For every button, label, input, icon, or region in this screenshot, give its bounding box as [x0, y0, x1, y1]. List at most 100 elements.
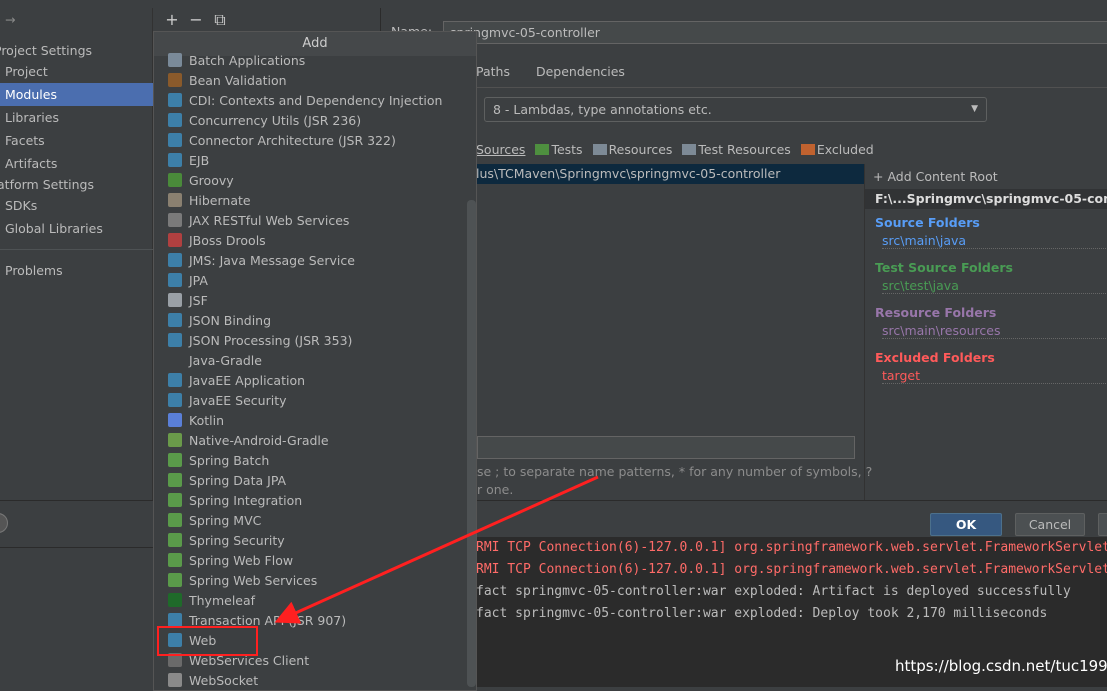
facet-item-concurrency-utils-jsr-236[interactable]: Concurrency Utils (JSR 236) — [154, 111, 466, 131]
folder-icon — [682, 144, 697, 155]
tab-underline — [381, 87, 1107, 88]
facet-item-jsf[interactable]: JSF — [154, 291, 466, 311]
sidebar-item-facets[interactable]: Facets — [5, 129, 45, 152]
source-folders-header: Source Folders — [875, 215, 980, 230]
tab-dependencies[interactable]: Dependencies — [536, 64, 625, 79]
facet-item-spring-integration[interactable]: Spring Integration — [154, 491, 466, 511]
facet-item-web[interactable]: Web — [154, 631, 466, 651]
test-folders-header: Test Source Folders — [875, 260, 1013, 275]
facet-item-javaee-security[interactable]: JavaEE Security — [154, 391, 466, 411]
facet-label: Java-Gradle — [189, 353, 262, 368]
facet-label: Concurrency Utils (JSR 236) — [189, 113, 362, 128]
facet-icon — [168, 433, 182, 447]
facet-item-spring-web-services[interactable]: Spring Web Services — [154, 571, 466, 591]
excluded-folder-item[interactable]: target — [882, 368, 1107, 384]
facet-item-kotlin[interactable]: Kotlin — [154, 411, 466, 431]
facet-item-ejb[interactable]: EJB — [154, 151, 466, 171]
sidebar-item-project[interactable]: Project — [5, 60, 48, 83]
facet-item-transaction-api-jsr-907[interactable]: Transaction API (JSR 907) — [154, 611, 466, 631]
facet-item-jms-java-message-service[interactable]: JMS: Java Message Service — [154, 251, 466, 271]
back-arrow-icon[interactable]: → — [5, 8, 15, 31]
remove-icon[interactable]: − — [184, 10, 208, 29]
facet-icon — [168, 293, 182, 307]
facet-label: Spring Web Services — [189, 573, 318, 588]
facet-item-native-android-gradle[interactable]: Native-Android-Gradle — [154, 431, 466, 451]
console-line: fact springmvc-05-controller:war explode… — [476, 606, 1048, 621]
facet-item-webservices-client[interactable]: WebServices Client — [154, 651, 466, 671]
mark-sources[interactable]: Sources — [476, 142, 528, 157]
facet-item-jpa[interactable]: JPA — [154, 271, 466, 291]
facet-label: JSON Processing (JSR 353) — [189, 333, 353, 348]
add-content-root-button[interactable]: + Add Content Root — [873, 169, 998, 184]
facet-label: Web — [189, 633, 217, 648]
facet-item-thymeleaf[interactable]: Thymeleaf — [154, 591, 466, 611]
language-level-select[interactable]: 8 - Lambdas, type annotations etc. ▼ — [484, 97, 987, 122]
facet-icon — [168, 573, 182, 587]
facet-icon — [168, 413, 182, 427]
facet-item-json-binding[interactable]: JSON Binding — [154, 311, 466, 331]
facet-icon — [168, 473, 182, 487]
facet-item-connector-architecture-jsr-322[interactable]: Connector Architecture (JSR 322) — [154, 131, 466, 151]
facet-item-cdi-contexts-and-dependency-injection[interactable]: CDI: Contexts and Dependency Injection — [154, 91, 466, 111]
console-line: fact springmvc-05-controller:war explode… — [476, 584, 1071, 599]
facet-item-java-gradle[interactable]: Java-Gradle — [154, 351, 466, 371]
language-level-value: 8 - Lambdas, type annotations etc. — [493, 102, 712, 117]
sidebar-item-sdks[interactable]: SDKs — [5, 194, 37, 217]
mark-tests[interactable]: Tests — [535, 142, 585, 157]
mark-as-bar: Sources Tests Resources Test Resources E… — [476, 142, 880, 157]
sidebar-item-global-libraries[interactable]: Global Libraries — [5, 217, 103, 240]
facet-icon — [168, 53, 182, 67]
mark-test-resources[interactable]: Test Resources — [682, 142, 793, 157]
module-name-input[interactable]: springmvc-05-controller — [443, 21, 1107, 44]
facet-item-spring-web-flow[interactable]: Spring Web Flow — [154, 551, 466, 571]
mark-excluded[interactable]: Excluded — [800, 142, 877, 157]
sidebar-header-platform-settings: Platform Settings — [0, 177, 94, 192]
source-folder-item[interactable]: src\main\java — [882, 233, 1107, 249]
facet-item-spring-security[interactable]: Spring Security — [154, 531, 466, 551]
content-root-panel: + Add Content Root F:\...Springmvc\sprin… — [864, 164, 1107, 500]
apply-button[interactable] — [1098, 513, 1107, 536]
sidebar-item-problems[interactable]: Problems — [5, 259, 63, 282]
exclude-hint-line: r one. — [477, 482, 514, 497]
facet-item-hibernate[interactable]: Hibernate — [154, 191, 466, 211]
sidebar-item-artifacts[interactable]: Artifacts — [5, 152, 57, 175]
sidebar-item-libraries[interactable]: Libraries — [5, 106, 59, 129]
facet-label: JMS: Java Message Service — [189, 253, 355, 268]
sidebar-item-modules[interactable]: Modules — [0, 83, 153, 106]
sidebar-divider — [0, 249, 153, 250]
facet-item-spring-data-jpa[interactable]: Spring Data JPA — [154, 471, 466, 491]
facet-icon — [168, 513, 182, 527]
facet-item-websocket[interactable]: WebSocket — [154, 671, 466, 690]
ok-button[interactable]: OK — [930, 513, 1002, 536]
mark-excluded-label: Excluded — [816, 142, 874, 157]
exclude-patterns-input[interactable] — [477, 436, 855, 459]
tab-paths[interactable]: Paths — [476, 64, 510, 79]
copy-icon[interactable]: ⧉ — [208, 10, 232, 30]
facet-icon — [168, 93, 182, 107]
facet-item-batch-applications[interactable]: Batch Applications — [154, 51, 466, 71]
popup-scrollbar[interactable] — [467, 200, 476, 687]
mark-resources[interactable]: Resources — [592, 142, 676, 157]
facet-item-groovy[interactable]: Groovy — [154, 171, 466, 191]
excluded-folders-header: Excluded Folders — [875, 350, 995, 365]
facet-icon — [168, 273, 182, 287]
facet-item-json-processing-jsr-353[interactable]: JSON Processing (JSR 353) — [154, 331, 466, 351]
cancel-button[interactable]: Cancel — [1015, 513, 1085, 536]
facet-icon — [168, 493, 182, 507]
facet-item-javaee-application[interactable]: JavaEE Application — [154, 371, 466, 391]
facet-icon — [168, 393, 182, 407]
module-tabs: Paths Dependencies — [476, 64, 647, 79]
resource-folder-item[interactable]: src\main\resources — [882, 323, 1107, 339]
facet-item-spring-mvc[interactable]: Spring MVC — [154, 511, 466, 531]
exclude-hint-line: se ; to separate name patterns, * for an… — [477, 464, 873, 479]
test-folder-item[interactable]: src\test\java — [882, 278, 1107, 294]
facet-label: Groovy — [189, 173, 234, 188]
facet-item-jax-restful-web-services[interactable]: JAX RESTful Web Services — [154, 211, 466, 231]
add-icon[interactable]: + — [160, 10, 184, 29]
facet-icon — [168, 113, 182, 127]
facet-icon — [168, 613, 182, 627]
facet-icon — [168, 173, 182, 187]
facet-item-jboss-drools[interactable]: JBoss Drools — [154, 231, 466, 251]
facet-item-bean-validation[interactable]: Bean Validation — [154, 71, 466, 91]
facet-item-spring-batch[interactable]: Spring Batch — [154, 451, 466, 471]
